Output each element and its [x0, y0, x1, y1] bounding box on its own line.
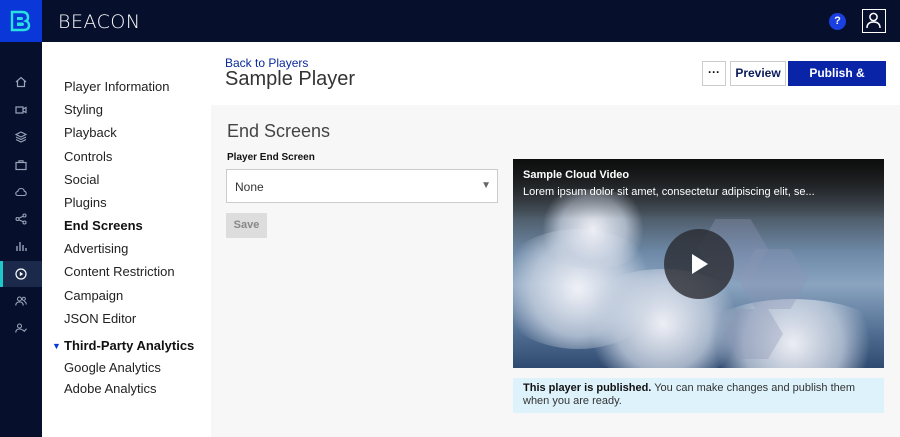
rail-videos[interactable]	[0, 97, 42, 123]
rail-user-admin[interactable]	[0, 315, 42, 341]
preview-button[interactable]: Preview	[730, 61, 786, 86]
more-options-button[interactable]: ···	[702, 61, 726, 86]
play-icon	[692, 254, 708, 274]
rail-analytics[interactable]	[0, 233, 42, 259]
icon-rail	[0, 42, 42, 437]
bar-chart-icon	[16, 242, 27, 251]
user-icon	[866, 12, 881, 29]
nav-plugins[interactable]: Plugins	[64, 195, 107, 210]
end-screen-select[interactable]: None ▼	[226, 169, 498, 203]
video-camera-icon	[15, 106, 27, 114]
nav-third-party-analytics[interactable]: Third-Party Analytics	[64, 338, 194, 353]
published-notice: This player is published. You can make c…	[513, 378, 884, 413]
home-icon	[15, 76, 27, 88]
app-logo[interactable]	[0, 0, 42, 42]
brand-name: BEACON	[58, 11, 141, 33]
nav-campaign[interactable]: Campaign	[64, 288, 123, 303]
top-bar: BEACON ?	[0, 0, 900, 42]
beacon-logo-icon	[10, 10, 31, 32]
share-icon	[15, 213, 27, 225]
nav-content-restriction[interactable]: Content Restriction	[64, 264, 175, 279]
nav-json-editor[interactable]: JSON Editor	[64, 311, 136, 326]
rail-users[interactable]	[0, 288, 42, 314]
nav-social[interactable]: Social	[64, 172, 99, 187]
video-preview[interactable]: Sample Cloud Video Lorem ipsum dolor sit…	[513, 159, 884, 368]
cloud-icon	[15, 187, 27, 197]
nav-advertising[interactable]: Advertising	[64, 241, 128, 256]
nav-player-information[interactable]: Player Information	[64, 79, 170, 94]
nav-styling[interactable]: Styling	[64, 102, 103, 117]
nav-adobe-analytics[interactable]: Adobe Analytics	[64, 381, 157, 396]
user-account-button[interactable]	[862, 9, 886, 33]
page-header: Back to Players Sample Player ··· Previe…	[211, 42, 900, 105]
publish-embed-button[interactable]: Publish & Embed	[788, 61, 886, 105]
end-screen-field-label: Player End Screen	[227, 152, 315, 163]
nav-google-analytics[interactable]: Google Analytics	[64, 360, 161, 375]
select-value: None	[235, 180, 264, 194]
player-settings-nav: Player Information Styling Playback Cont…	[42, 42, 211, 437]
rail-players[interactable]	[0, 261, 42, 287]
briefcase-icon	[15, 160, 27, 171]
video-title: Sample Cloud Video	[523, 169, 630, 181]
notice-strong: This player is published.	[523, 382, 652, 394]
nav-playback[interactable]: Playback	[64, 125, 117, 140]
section-title: End Screens	[227, 121, 331, 141]
dropdown-caret-icon: ▼	[481, 180, 491, 191]
rail-share[interactable]	[0, 206, 42, 232]
play-button[interactable]	[664, 229, 734, 299]
rail-layers[interactable]	[0, 124, 42, 150]
nav-end-screens[interactable]: End Screens	[64, 218, 143, 233]
help-icon[interactable]: ?	[829, 13, 846, 30]
play-circle-icon	[15, 268, 27, 280]
user-check-icon	[15, 323, 27, 333]
page-title: Sample Player	[225, 68, 356, 90]
rail-cloud[interactable]	[0, 179, 42, 205]
layers-icon	[15, 131, 27, 143]
rail-home[interactable]	[0, 69, 42, 95]
video-description: Lorem ipsum dolor sit amet, consectetur …	[523, 186, 815, 198]
save-button[interactable]: Save	[226, 213, 267, 238]
nav-controls[interactable]: Controls	[64, 149, 112, 164]
chevron-down-icon[interactable]: ▼	[52, 341, 61, 351]
users-icon	[15, 296, 27, 306]
main-content: Back to Players Sample Player ··· Previe…	[211, 42, 900, 437]
rail-briefcase[interactable]	[0, 152, 42, 178]
